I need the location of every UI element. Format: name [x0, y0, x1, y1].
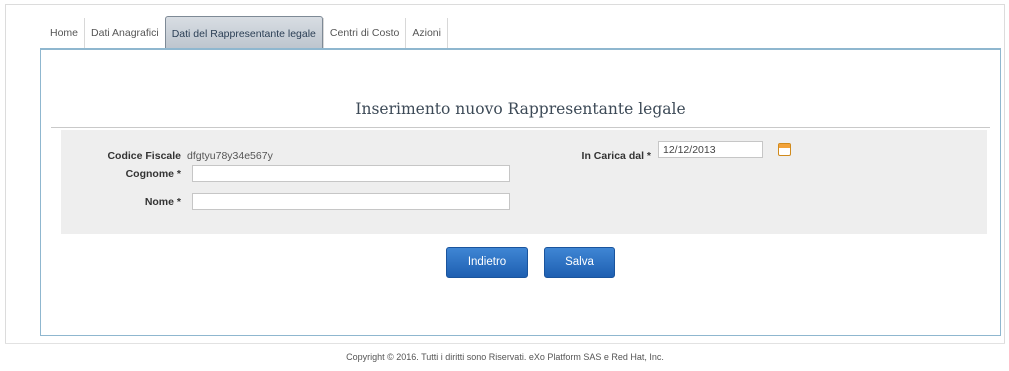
back-button[interactable]: Indietro [446, 247, 528, 278]
save-button[interactable]: Salva [544, 247, 615, 278]
tab-centri-di-costo[interactable]: Centri di Costo [322, 18, 406, 48]
title-divider [51, 127, 990, 128]
cognome-field[interactable] [192, 165, 510, 182]
footer: Copyright © 2016. Tutti i diritti sono R… [5, 343, 1005, 371]
form-fields-area: Codice Fiscale dfgtyu78y34e567y Cognome … [61, 130, 987, 234]
cognome-label: Cognome * [125, 168, 181, 180]
form-title: Inserimento nuovo Rappresentante legale [355, 100, 686, 118]
codice-fiscale-label: Codice Fiscale [107, 150, 181, 162]
tab-dati-anagrafici[interactable]: Dati Anagrafici [84, 18, 165, 48]
nome-label: Nome * [144, 196, 181, 208]
in-carica-label: In Carica dal * [581, 150, 651, 162]
calendar-icon[interactable] [778, 143, 791, 156]
nome-field[interactable] [192, 193, 510, 210]
tab-azioni[interactable]: Azioni [405, 18, 448, 48]
codice-fiscale-value: dfgtyu78y34e567y [187, 150, 273, 162]
in-carica-date-field[interactable] [658, 141, 763, 158]
tab-home[interactable]: Home [44, 18, 85, 48]
tab-bar: Home Dati Anagrafici Dati del Rappresent… [44, 16, 448, 50]
tab-rappresentante-legale[interactable]: Dati del Rappresentante legale [164, 16, 323, 50]
form-panel: Inserimento nuovo Rappresentante legale … [40, 48, 1001, 336]
copyright-text: Copyright © 2016. Tutti i diritti sono R… [346, 352, 664, 362]
